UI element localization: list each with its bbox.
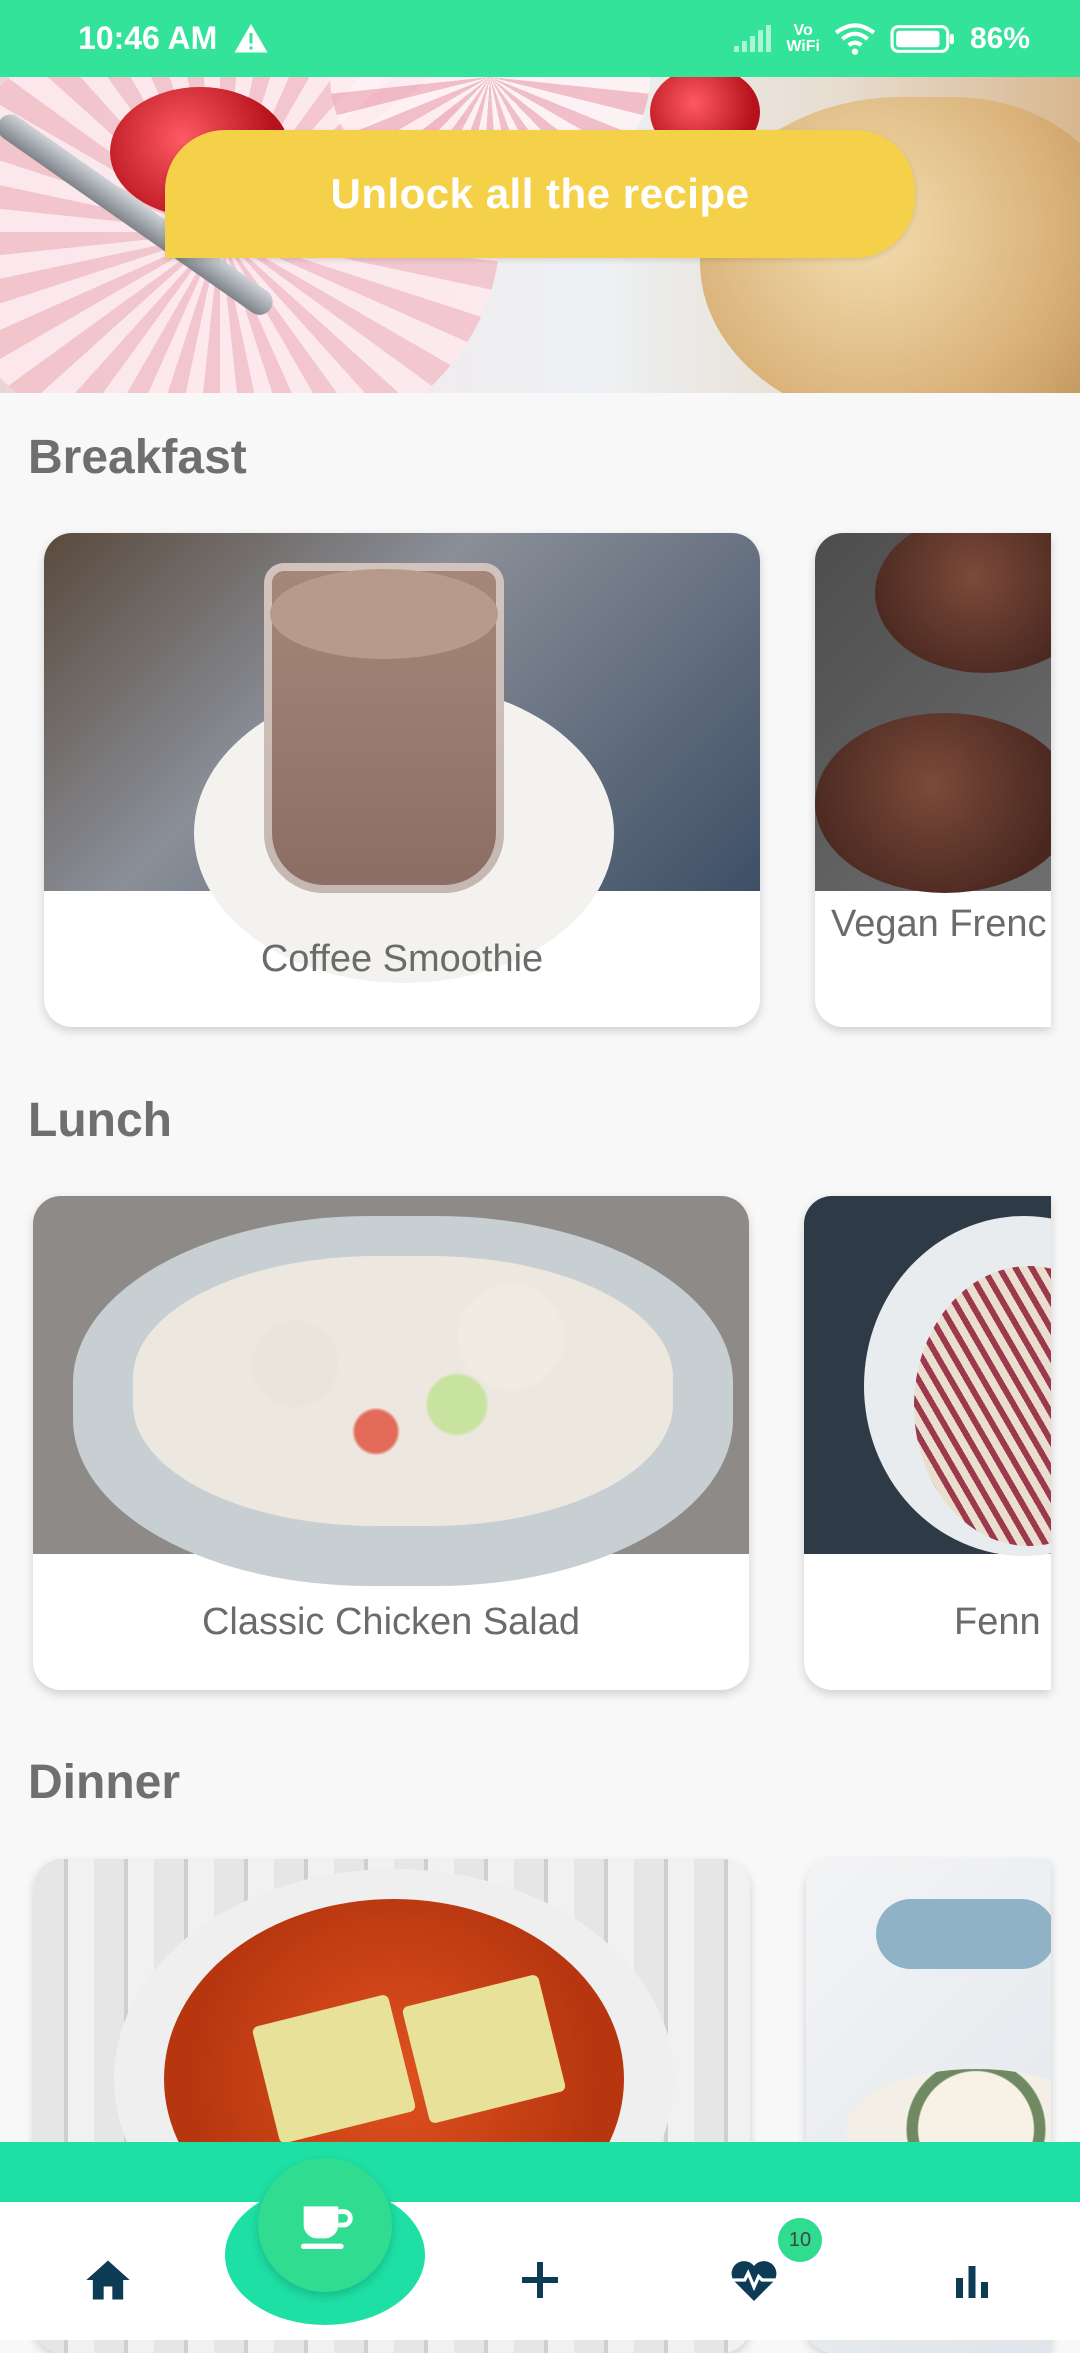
nav-home[interactable] bbox=[80, 2252, 136, 2308]
unlock-recipes-button[interactable]: Unlock all the recipe bbox=[165, 130, 915, 258]
coffee-cup-button[interactable] bbox=[258, 2158, 392, 2292]
wifi-icon bbox=[834, 22, 876, 55]
section-title-breakfast: Breakfast bbox=[28, 431, 247, 484]
battery-percent: 86% bbox=[969, 21, 1030, 55]
nav-add[interactable] bbox=[512, 2252, 568, 2308]
status-bar: 10:46 AM Vo WiFi 86% bbox=[0, 0, 1080, 77]
recipe-card-coffee-smoothie[interactable]: Coffee Smoothie bbox=[44, 533, 760, 1027]
recipe-card-fennel[interactable]: Fenn bbox=[804, 1196, 1051, 1690]
bar-chart-icon bbox=[956, 2266, 988, 2298]
recipe-image bbox=[44, 533, 760, 983]
recipe-image bbox=[804, 1196, 1051, 1556]
recipe-title: Vegan Frenc bbox=[831, 903, 1047, 945]
battery-icon bbox=[890, 24, 954, 53]
recipe-title: Classic Chicken Salad bbox=[201, 1600, 581, 1643]
signal-icon bbox=[734, 24, 772, 52]
warning-icon bbox=[234, 23, 268, 52]
recipe-title: Fenn bbox=[954, 1600, 1041, 1643]
recipe-card-classic-chicken-salad[interactable]: Classic Chicken Salad bbox=[33, 1196, 749, 1690]
recipe-image bbox=[815, 533, 1051, 893]
nav-health[interactable] bbox=[726, 2252, 782, 2308]
health-badge: 10 bbox=[778, 2218, 822, 2262]
section-title-lunch: Lunch bbox=[28, 1094, 172, 1147]
recipe-image bbox=[33, 1196, 749, 1586]
bottom-nav-band bbox=[0, 2142, 1080, 2202]
nav-stats[interactable] bbox=[944, 2252, 1000, 2308]
recipe-card-vegan-french[interactable]: Vegan Frenc bbox=[815, 533, 1051, 1027]
section-title-dinner: Dinner bbox=[28, 1756, 181, 1809]
status-time: 10:46 AM bbox=[78, 20, 218, 56]
home-icon bbox=[86, 2260, 130, 2300]
heart-pulse-icon bbox=[731, 2261, 777, 2301]
coffee-cup-icon bbox=[301, 2206, 353, 2249]
plus-icon bbox=[522, 2262, 558, 2298]
recipe-title: Coffee Smoothie bbox=[260, 937, 544, 980]
vowifi-indicator: Vo WiFi bbox=[786, 21, 820, 55]
